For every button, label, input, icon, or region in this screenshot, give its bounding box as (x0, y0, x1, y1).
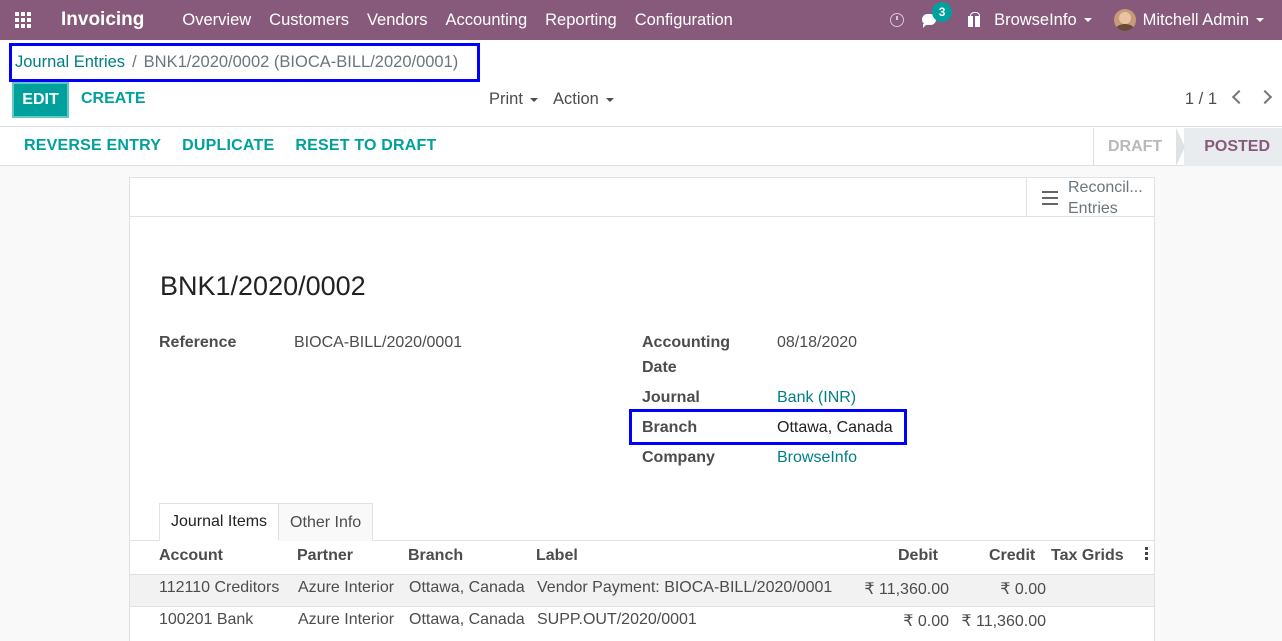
app-name[interactable]: Invoicing (61, 9, 144, 31)
control-panel: Journal Entries / BNK1/2020/0002 (BIOCA-… (0, 40, 1282, 166)
pager-next-icon[interactable] (1257, 89, 1273, 105)
smart-button-line1: Reconcil... (1068, 178, 1143, 196)
top-navbar: Invoicing Overview Customers Vendors Acc… (0, 0, 1282, 40)
form-sheet: Reconcil... Entries BNK1/2020/0002 Refer… (129, 177, 1155, 641)
menu-accounting[interactable]: Accounting (446, 11, 528, 30)
row-partner: Azure Interior (298, 579, 395, 596)
status-step-draft[interactable]: DRAFT (1092, 128, 1186, 166)
action-dropdown-label: Action (553, 90, 599, 108)
page-title: BNK1/2020/0002 (160, 271, 366, 301)
print-dropdown-label: Print (489, 90, 523, 108)
chevron-down-icon (529, 97, 538, 102)
accounting-date-label: Accounting Date (642, 330, 730, 380)
column-tax-grids[interactable]: Tax Grids (1051, 547, 1124, 565)
breadcrumb: Journal Entries / BNK1/2020/0002 (BIOCA-… (9, 43, 480, 82)
accounting-date-label-line1: Accounting (642, 334, 730, 351)
reconciled-entries-label: Reconcil... Entries (1068, 177, 1143, 219)
duplicate-button[interactable]: DUPLICATE (182, 137, 274, 155)
breadcrumb-current: BNK1/2020/0002 (BIOCA-BILL/2020/0001) (143, 53, 459, 71)
status-steps: DRAFT POSTED (1092, 128, 1282, 166)
company-switcher-label: BrowseInfo (994, 10, 1077, 29)
user-name: Mitchell Admin (1142, 10, 1249, 29)
journal-label: Journal (642, 389, 700, 406)
action-dropdown[interactable]: Action (553, 90, 614, 109)
table-row[interactable]: 112110 Creditors Azure Interior Ottawa, … (130, 574, 1154, 606)
avatar[interactable] (1113, 9, 1136, 31)
chevron-down-icon (1256, 18, 1264, 22)
user-menu[interactable]: Mitchell Admin (1143, 11, 1264, 30)
journal-items-header: Account Partner Branch Label Debit Credi… (130, 541, 1154, 574)
menu-vendors[interactable]: Vendors (367, 11, 428, 30)
apps-menu-icon[interactable] (0, 0, 46, 40)
chevron-down-icon (1083, 18, 1092, 22)
reverse-entry-button[interactable]: REVERSE ENTRY (24, 137, 161, 155)
navbar-systray: 3 BrowseInfo Mitchell Admin (890, 0, 1282, 40)
accounting-date-value: 08/18/2020 (777, 334, 858, 351)
branch-label: Branch (642, 419, 698, 436)
divider (0, 126, 1282, 127)
row-branch: Ottawa, Canada (409, 579, 525, 596)
messaging-menu[interactable]: 3 (922, 2, 953, 30)
row-label: SUPP.OUT/2020/0001 (537, 611, 697, 628)
company-link[interactable]: BrowseInfo (777, 445, 857, 470)
menu-overview[interactable]: Overview (182, 11, 251, 30)
company-label: Company (642, 449, 715, 466)
messages-count-badge: 3 (932, 2, 953, 22)
create-button[interactable]: CREATE (81, 90, 146, 108)
row-account: 112110 Creditors (159, 579, 280, 596)
gift-icon[interactable] (968, 12, 981, 27)
row-credit: ₹ 0.00 (1000, 581, 1046, 598)
status-step-posted[interactable]: POSTED (1184, 128, 1282, 166)
pager-value[interactable]: 1 / 1 (1185, 90, 1217, 109)
reference-value: BIOCA-BILL/2020/0001 (294, 334, 463, 351)
branch-value: Ottawa, Canada (777, 419, 893, 436)
main-menu: Overview Customers Vendors Accounting Re… (182, 11, 750, 30)
print-dropdown[interactable]: Print (489, 90, 538, 109)
column-partner[interactable]: Partner (297, 547, 353, 565)
column-label[interactable]: Label (536, 547, 578, 565)
breadcrumb-journal-entries[interactable]: Journal Entries (15, 53, 125, 72)
activity-clock-icon[interactable] (890, 13, 905, 27)
bars-icon (1042, 190, 1058, 205)
pager-previous-icon[interactable] (1231, 89, 1247, 105)
statusbar-actions: REVERSE ENTRY DUPLICATE RESET TO DRAFT (24, 137, 458, 155)
notebook-tabs: Journal Items Other Info (159, 503, 374, 541)
table-row[interactable]: 100201 Bank Azure Interior Ottawa, Canad… (130, 606, 1154, 638)
chevron-down-icon (605, 97, 614, 102)
reference-label: Reference (159, 334, 237, 351)
reset-to-draft-button[interactable]: RESET TO DRAFT (295, 137, 436, 155)
edit-button[interactable]: EDIT (12, 82, 69, 118)
column-account[interactable]: Account (159, 547, 223, 565)
column-credit[interactable]: Credit (989, 547, 1035, 565)
tab-other-info[interactable]: Other Info (279, 503, 374, 541)
journal-link[interactable]: Bank (INR) (777, 385, 856, 410)
row-debit: ₹ 11,360.00 (864, 581, 949, 598)
tab-journal-items[interactable]: Journal Items (159, 503, 280, 541)
accounting-date-label-line2: Date (642, 359, 677, 376)
row-account: 100201 Bank (159, 611, 254, 628)
reconciled-entries-button[interactable]: Reconcil... Entries (1026, 178, 1154, 217)
company-switcher[interactable]: BrowseInfo (994, 11, 1092, 30)
row-label: Vendor Payment: BIOCA-BILL/2020/0001 (537, 579, 833, 596)
row-credit: ₹ 11,360.00 (961, 613, 1046, 630)
optional-columns-icon[interactable] (1145, 547, 1149, 560)
column-debit[interactable]: Debit (898, 547, 938, 565)
breadcrumb-separator: / (132, 53, 137, 71)
smart-button-line2: Entries (1068, 199, 1118, 217)
row-partner: Azure Interior (298, 611, 395, 628)
row-branch: Ottawa, Canada (409, 611, 525, 628)
menu-reporting[interactable]: Reporting (545, 11, 617, 30)
menu-configuration[interactable]: Configuration (635, 11, 733, 30)
row-debit: ₹ 0.00 (903, 613, 949, 630)
menu-customers[interactable]: Customers (269, 11, 349, 30)
column-branch[interactable]: Branch (408, 547, 463, 565)
smart-button-box: Reconcil... Entries (130, 178, 1154, 217)
